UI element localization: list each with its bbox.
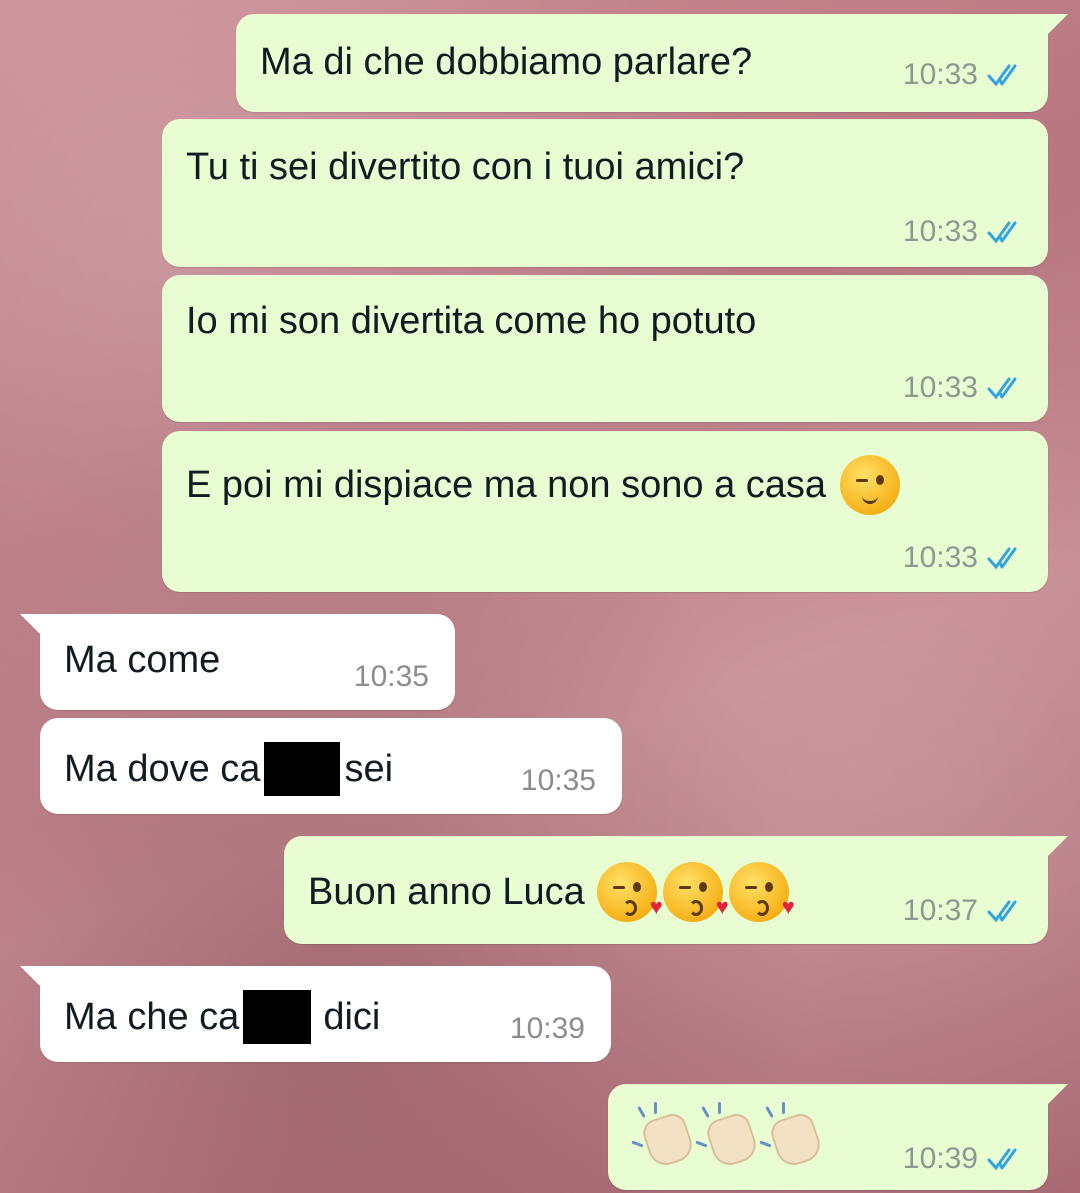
double-check-icon <box>987 900 1017 923</box>
chat-area: Ma di che dobbiamo parlare? 10:33 Tu ti … <box>0 0 1080 1193</box>
message-meta: 10:39 <box>903 1142 1026 1176</box>
message-time: 10:33 <box>902 58 978 91</box>
message-text: E poi mi dispiace ma non sono a casa <box>186 464 827 506</box>
message-meta: 10:33 <box>903 215 1026 249</box>
message-text-row: Ma che ca dici <box>64 990 380 1044</box>
double-check-icon <box>987 1148 1017 1171</box>
message-incoming[interactable]: Ma che ca dici 10:39 <box>20 966 611 1062</box>
message-outgoing[interactable]: 10:39 <box>608 1084 1068 1190</box>
bubble-tail <box>1042 14 1068 40</box>
message-meta: 10:39 <box>510 1012 585 1046</box>
message-text-row: Buon anno Luca ♥ ♥ ♥ <box>308 862 795 922</box>
message-outgoing[interactable]: Ma di che dobbiamo parlare? 10:33 <box>236 14 1068 112</box>
bubble-tail <box>20 614 46 640</box>
winking-face-icon <box>840 455 901 515</box>
message-meta: 10:35 <box>521 764 596 798</box>
message-time: 10:33 <box>902 541 978 574</box>
face-blowing-kiss-icon: ♥ <box>662 862 729 922</box>
message-text-row: Ma dove ca sei <box>64 742 393 796</box>
double-check-icon <box>987 377 1017 400</box>
double-check-icon <box>987 221 1017 244</box>
message-outgoing[interactable]: E poi mi dispiace ma non sono a casa 10:… <box>162 431 1048 592</box>
message-time: 10:35 <box>353 660 429 693</box>
bubble-tail <box>1042 1084 1068 1110</box>
bubble-tail <box>1042 836 1068 862</box>
message-incoming[interactable]: Ma come 10:35 <box>20 614 455 710</box>
message-time: 10:39 <box>902 1142 978 1175</box>
face-blowing-kiss-icon: ♥ <box>596 862 663 922</box>
double-check-icon <box>987 64 1017 87</box>
message-outgoing[interactable]: Io mi son divertita come ho potuto 10:33 <box>162 275 1048 422</box>
message-text-row: E poi mi dispiace ma non sono a casa <box>186 455 901 515</box>
clapping-hands-icon <box>631 1102 697 1170</box>
message-outgoing[interactable]: Tu ti sei divertito con i tuoi amici? 10… <box>162 119 1048 267</box>
message-text: Ma come <box>64 639 221 681</box>
message-text: Ma di che dobbiamo parlare? <box>260 41 753 83</box>
redaction-block <box>243 990 312 1044</box>
message-time: 10:37 <box>902 894 978 927</box>
message-text-after: dici <box>323 996 381 1038</box>
message-emoji-row <box>631 1102 826 1170</box>
double-check-icon <box>987 547 1017 570</box>
clapping-hands-icon <box>695 1102 761 1170</box>
face-blowing-kiss-icon: ♥ <box>728 862 795 922</box>
clapping-hands-icon <box>759 1102 825 1170</box>
message-meta: 10:33 <box>903 371 1026 405</box>
message-outgoing[interactable]: Buon anno Luca ♥ ♥ ♥ 10:37 <box>284 836 1068 944</box>
message-text: Io mi son divertita come ho potuto <box>186 300 757 342</box>
message-time: 10:33 <box>902 215 978 248</box>
message-time: 10:35 <box>520 764 596 797</box>
message-meta: 10:35 <box>354 660 429 694</box>
message-text: Tu ti sei divertito con i tuoi amici? <box>186 146 745 188</box>
message-time: 10:33 <box>902 371 978 404</box>
message-time: 10:39 <box>509 1012 585 1045</box>
message-meta: 10:33 <box>903 541 1026 575</box>
message-text: Buon anno Luca <box>308 871 585 913</box>
message-text-before: Ma che ca <box>64 996 240 1038</box>
message-meta: 10:37 <box>903 894 1026 928</box>
message-meta: 10:33 <box>903 58 1026 92</box>
message-text-after: sei <box>344 748 394 790</box>
message-text-before: Ma dove ca <box>64 748 261 790</box>
redaction-block <box>264 742 341 796</box>
bubble-tail <box>20 966 46 992</box>
message-incoming[interactable]: Ma dove ca sei 10:35 <box>40 718 622 814</box>
